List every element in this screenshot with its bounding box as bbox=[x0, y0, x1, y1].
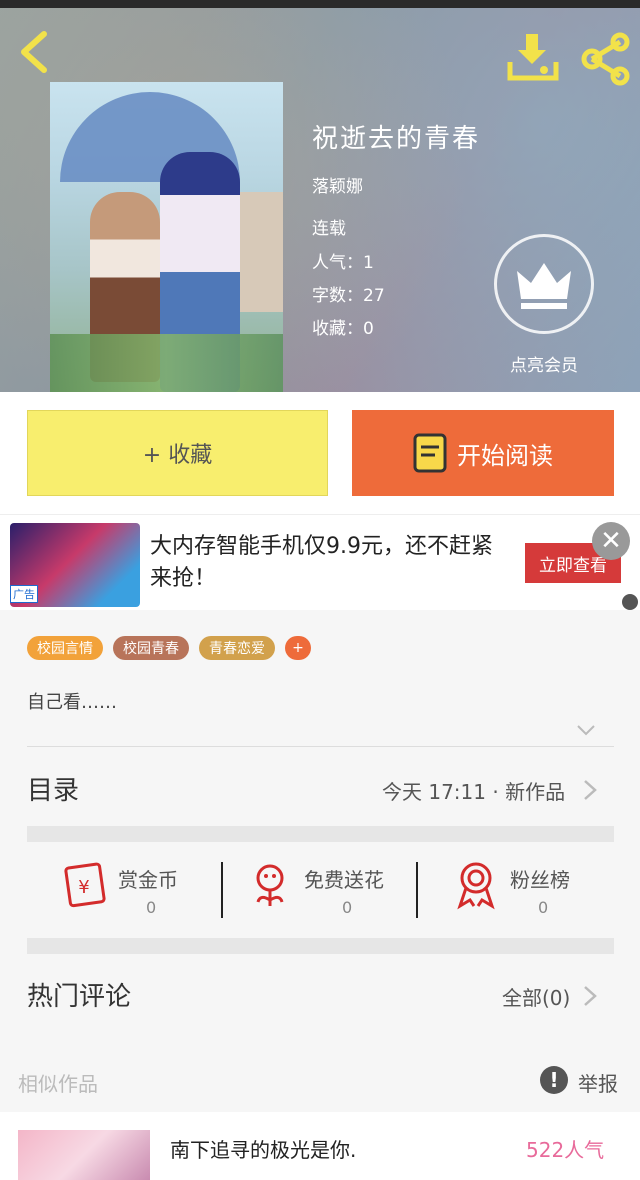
book-icon bbox=[413, 433, 447, 473]
similar-book-popularity: 522人气 bbox=[526, 1138, 605, 1162]
list-item[interactable]: 南下追寻的极光是你. 522人气 bbox=[0, 1112, 640, 1180]
flower-icon bbox=[256, 864, 284, 906]
section-separator bbox=[27, 826, 614, 842]
chevron-down-icon bbox=[577, 725, 595, 736]
chevron-right-icon bbox=[584, 780, 597, 800]
book-header: 祝逝去的青春 落颖娜 连载 人气：1 字数：27 收藏：0 点亮会员 bbox=[0, 8, 640, 392]
svg-text:¥: ¥ bbox=[78, 877, 89, 898]
ad-badge: 广告 bbox=[10, 585, 38, 603]
back-arrow-icon bbox=[21, 31, 47, 73]
start-reading-button[interactable]: 开始阅读 bbox=[352, 410, 614, 496]
tag-item[interactable]: 青春恋爱 bbox=[199, 636, 275, 660]
book-description: 自己看…… bbox=[27, 692, 117, 713]
author-name[interactable]: 落颖娜 bbox=[312, 172, 363, 197]
share-button[interactable] bbox=[578, 32, 632, 86]
book-cover[interactable] bbox=[50, 82, 283, 392]
similar-works-title: 相似作品 bbox=[18, 1072, 98, 1096]
action-bar: + 收藏 开始阅读 bbox=[0, 392, 640, 514]
send-flower-value: 0 bbox=[342, 898, 353, 917]
share-icon bbox=[581, 32, 630, 86]
toc-chevron[interactable] bbox=[582, 778, 598, 802]
stat-divider bbox=[416, 862, 418, 918]
red-envelope-icon: ¥ bbox=[64, 862, 106, 908]
ribbon-medal-icon bbox=[457, 862, 495, 910]
fan-ranking-button[interactable]: 粉丝榜 0 bbox=[452, 860, 632, 920]
divider bbox=[27, 746, 614, 747]
serial-status: 连载 bbox=[312, 219, 346, 239]
section-separator bbox=[27, 938, 614, 954]
reward-coins-value: 0 bbox=[146, 898, 157, 917]
send-flower-button[interactable]: 免费送花 0 bbox=[246, 860, 426, 920]
back-button[interactable] bbox=[14, 28, 54, 76]
ad-banner[interactable]: 广告 大内存智能手机仅9.9元，还不赶紧来抢！ 立即查看 bbox=[0, 514, 640, 610]
similar-book-title: 南下追寻的极光是你. bbox=[170, 1138, 357, 1162]
word-count: 字数：27 bbox=[312, 286, 385, 306]
all-comments-chevron[interactable] bbox=[582, 984, 598, 1008]
toc-latest[interactable]: 今天 17:11 · 新作品 bbox=[382, 776, 565, 805]
hot-comments-title: 热门评论 bbox=[27, 982, 132, 1012]
tag-list: 校园言情 校园青春 青春恋爱 + bbox=[27, 636, 311, 660]
fan-ranking-value: 0 bbox=[538, 898, 549, 917]
reward-coins-button[interactable]: ¥ 赏金币 0 bbox=[60, 860, 240, 920]
send-flower-label: 免费送花 bbox=[304, 868, 384, 892]
add-favorite-button[interactable]: + 收藏 bbox=[27, 410, 328, 496]
ad-text: 大内存智能手机仅9.9元，还不赶紧来抢！ bbox=[150, 534, 493, 591]
ad-close-button[interactable]: ✕ bbox=[592, 522, 630, 560]
all-comments-link[interactable]: 全部(0) bbox=[502, 982, 570, 1011]
tag-item[interactable]: 校园言情 bbox=[27, 636, 103, 660]
download-icon bbox=[507, 34, 559, 81]
ad-indicator-icon bbox=[622, 594, 638, 610]
report-button[interactable]: 举报 bbox=[578, 1068, 618, 1097]
expand-description-button[interactable] bbox=[576, 722, 596, 736]
fan-ranking-label: 粉丝榜 bbox=[510, 868, 570, 892]
exclamation-icon[interactable]: ! bbox=[540, 1066, 568, 1094]
book-title: 祝逝去的青春 bbox=[312, 124, 481, 154]
status-bar bbox=[0, 0, 640, 8]
chevron-right-icon bbox=[584, 986, 597, 1006]
vip-button[interactable] bbox=[494, 234, 594, 334]
download-button[interactable] bbox=[506, 32, 560, 86]
vip-label: 点亮会员 bbox=[510, 356, 578, 376]
stat-divider bbox=[221, 862, 223, 918]
favorites-count: 收藏：0 bbox=[312, 319, 374, 339]
toc-label[interactable]: 目录 bbox=[27, 770, 79, 807]
reward-coins-label: 赏金币 bbox=[118, 868, 178, 892]
start-reading-label: 开始阅读 bbox=[457, 441, 553, 470]
similar-book-cover bbox=[18, 1130, 150, 1180]
add-tag-button[interactable]: + bbox=[285, 636, 311, 660]
crown-icon bbox=[517, 263, 571, 309]
tag-item[interactable]: 校园青春 bbox=[113, 636, 189, 660]
popularity-count: 人气：1 bbox=[312, 253, 374, 273]
